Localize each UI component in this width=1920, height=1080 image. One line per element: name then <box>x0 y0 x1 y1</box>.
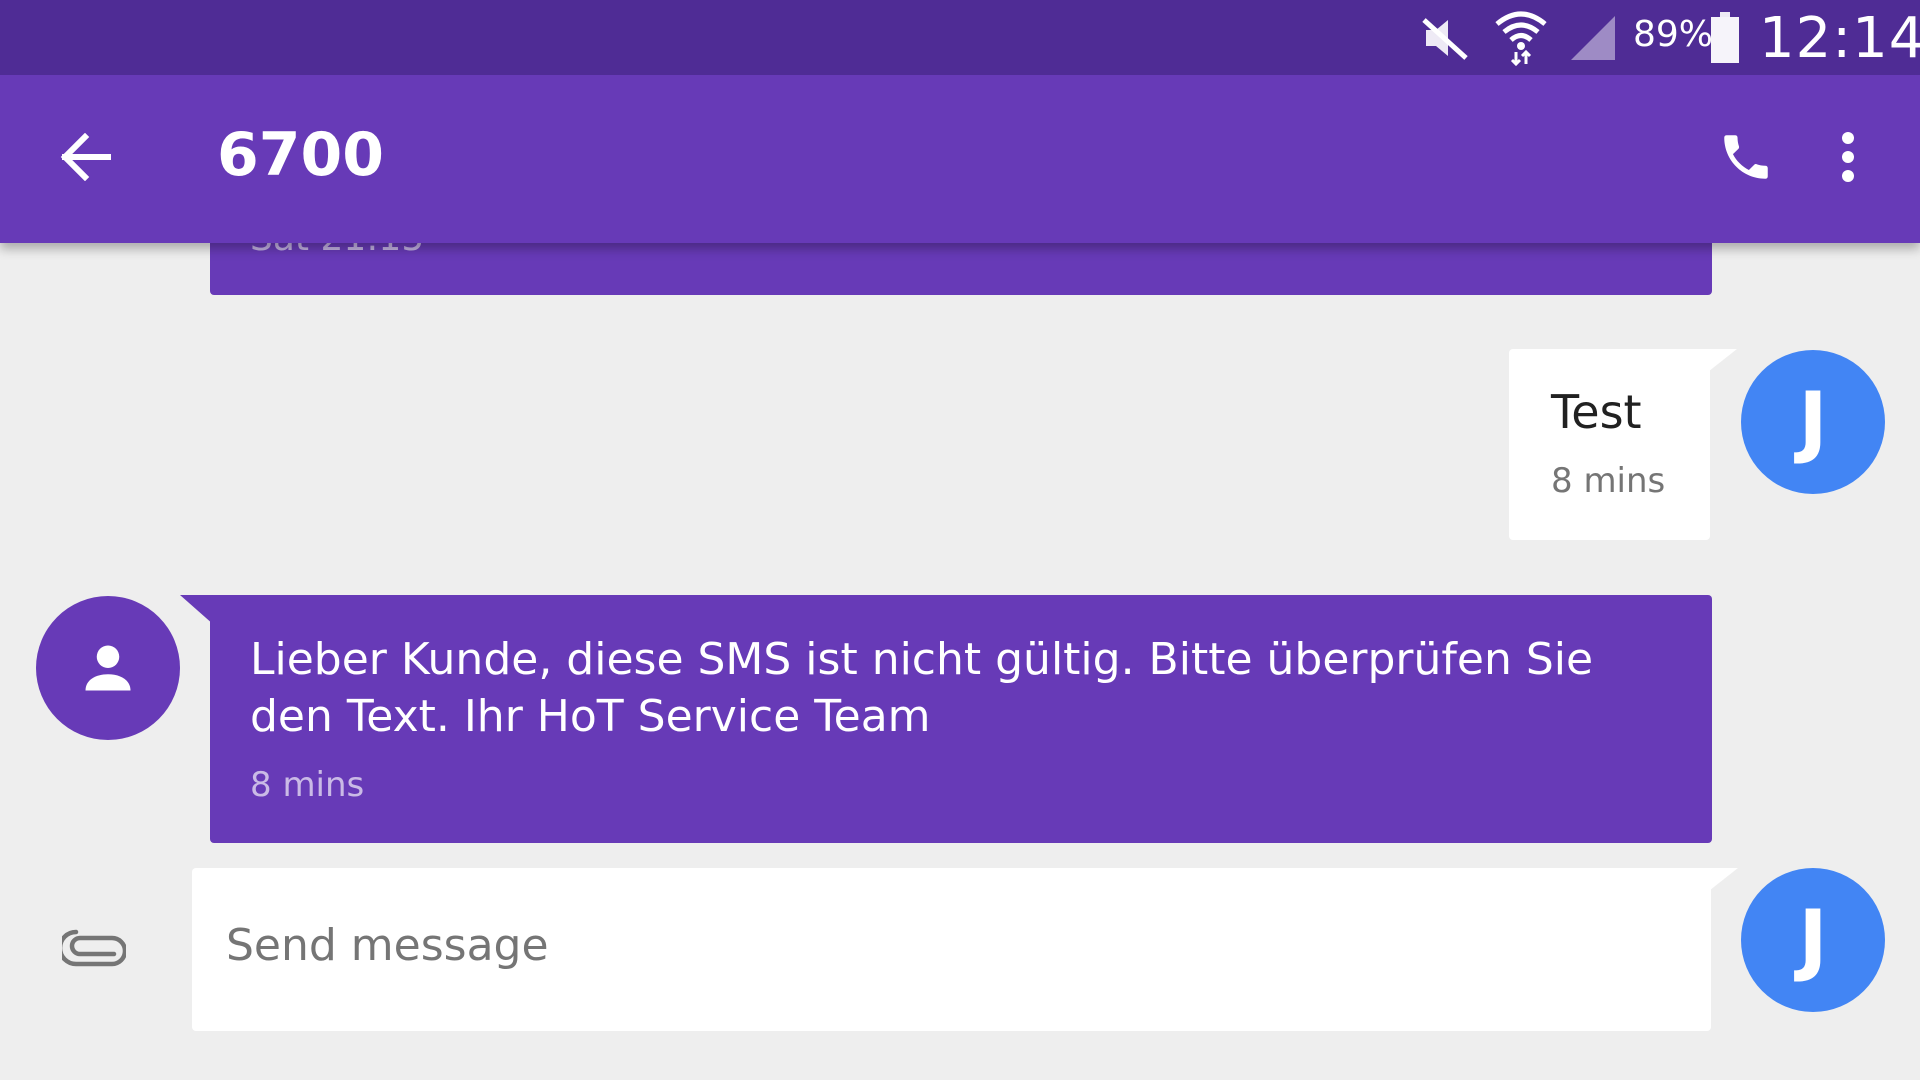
mute-icon <box>1418 0 1472 75</box>
send-as-avatar[interactable]: J <box>1741 868 1885 1012</box>
avatar-letter: J <box>1798 377 1828 467</box>
more-vert-icon <box>1841 131 1855 183</box>
avatar-self[interactable]: J <box>1741 350 1885 494</box>
message-timestamp: 8 mins <box>1551 461 1666 501</box>
message-bubble-outgoing[interactable]: Test 8 mins <box>1509 349 1710 540</box>
message-input[interactable]: Send message <box>192 868 1711 1031</box>
bubble-tail <box>180 595 214 625</box>
arrow-left-icon <box>59 133 111 181</box>
message-text: Lieber Kunde, diese SMS ist nicht gültig… <box>250 634 1594 742</box>
attach-button[interactable] <box>54 908 134 988</box>
battery-percent: 89% <box>1633 14 1714 55</box>
paperclip-icon <box>62 928 126 968</box>
message-input-placeholder: Send message <box>226 920 549 971</box>
status-clock: 12:14 <box>1759 6 1920 71</box>
avatar-letter: J <box>1798 895 1828 985</box>
avatar-contact[interactable] <box>36 596 180 740</box>
cellular-signal-icon <box>1568 0 1618 75</box>
status-bar: 89% 12:14 <box>0 0 1920 75</box>
wifi-icon <box>1494 0 1548 75</box>
person-icon <box>78 638 138 698</box>
call-button[interactable] <box>1706 117 1786 197</box>
message-text: Test <box>1551 385 1642 439</box>
back-button[interactable] <box>50 115 120 199</box>
message-timestamp: 8 mins <box>250 765 365 805</box>
app-bar: 6700 <box>0 75 1920 243</box>
phone-icon <box>1717 128 1775 186</box>
conversation-title: 6700 <box>217 120 384 190</box>
overflow-menu-button[interactable] <box>1822 117 1874 197</box>
battery-icon <box>1709 0 1741 75</box>
message-bubble-incoming[interactable]: Lieber Kunde, diese SMS ist nicht gültig… <box>210 595 1712 843</box>
